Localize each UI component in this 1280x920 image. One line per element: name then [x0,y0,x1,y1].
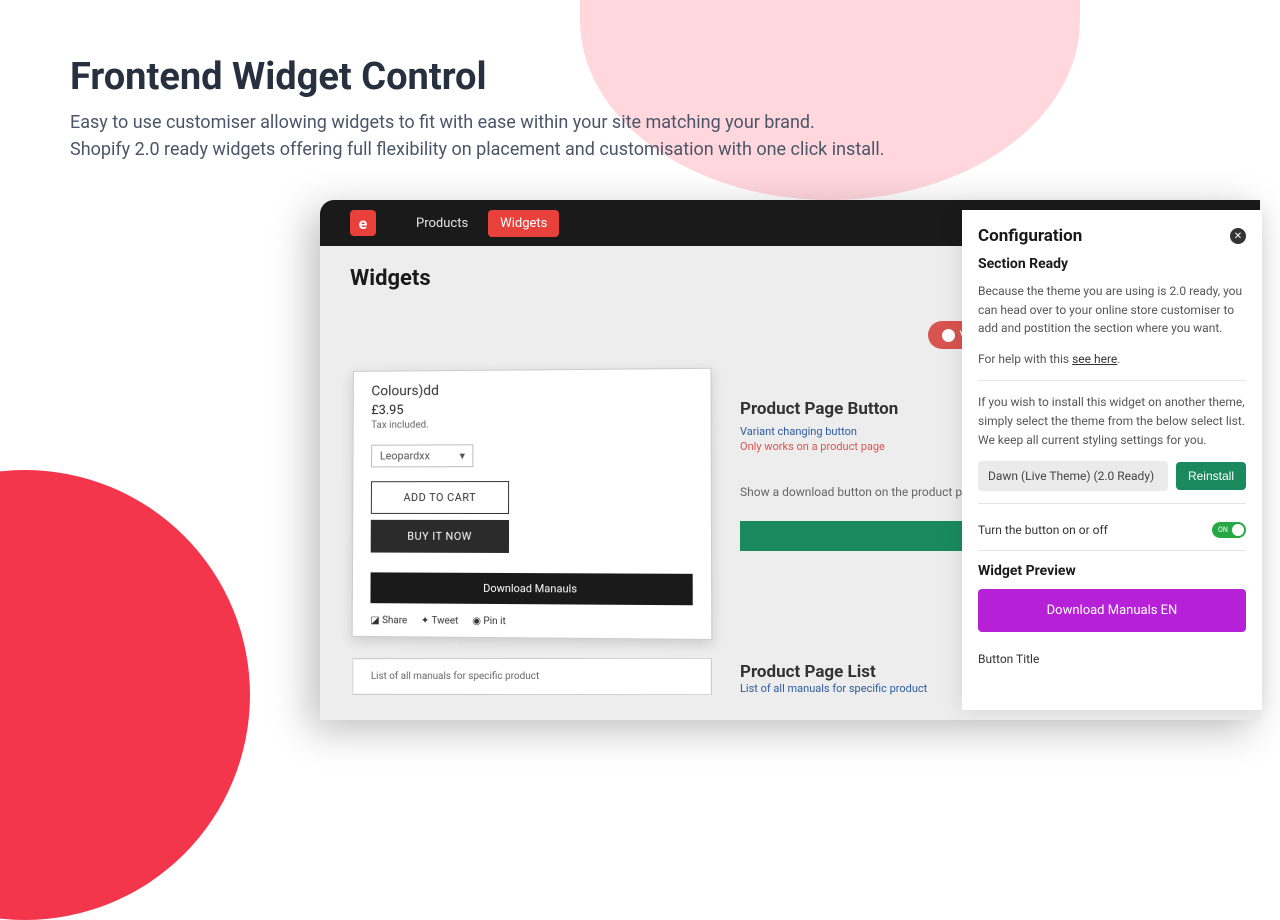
help-text: For help with this see here. [978,350,1246,369]
toggle-knob [1232,524,1244,536]
preview-add-to-cart[interactable]: ADD TO CART [371,481,509,514]
share-icon[interactable]: ◪ Share [370,615,407,626]
hero-title: Frontend Widget Control [70,55,1210,99]
install-text: If you wish to install this widget on an… [978,393,1246,449]
preview-download-button[interactable]: Download Manauls [370,572,692,605]
close-icon[interactable]: ✕ [1230,228,1246,244]
product-preview-card-2: List of all manuals for specific product [352,658,712,695]
toggle-label: Turn the button on or off [978,523,1108,537]
button-title-label: Button Title [978,652,1246,666]
nav-products[interactable]: Products [404,210,480,237]
preview-social: ◪ Share ✦ Tweet ◉ Pin it [370,615,692,629]
section-ready-heading: Section Ready [978,256,1246,272]
chevron-down-icon: ▾ [459,449,464,462]
info-icon: i [942,329,955,342]
theme-select[interactable]: Dawn (Live Theme) (2.0 Ready) [978,461,1168,491]
help-link[interactable]: see here [1072,352,1117,366]
hero-desc-2: Shopify 2.0 ready widgets offering full … [70,136,1210,163]
hero-desc-1: Easy to use customiser allowing widgets … [70,109,1210,136]
product-preview-card: Colours)dd £3.95 Tax included. Leopardxx… [352,368,713,640]
preview-product-title: Colours)dd [371,381,692,399]
config-title: Configuration [978,226,1082,246]
hero-section: Frontend Widget Control Easy to use cust… [0,0,1280,183]
app-logo[interactable]: e [350,210,376,236]
section-ready-text: Because the theme you are using is 2.0 r… [978,282,1246,338]
reinstall-button[interactable]: Reinstall [1176,462,1246,490]
nav-widgets[interactable]: Widgets [488,210,559,237]
widget-preview-heading: Widget Preview [978,563,1246,579]
tweet-icon[interactable]: ✦ Tweet [421,615,458,626]
preview-tax: Tax included. [371,418,692,431]
button-toggle[interactable]: ON [1212,522,1246,538]
preview-variant-select[interactable]: Leopardxx ▾ [371,444,474,467]
pin-icon[interactable]: ◉ Pin it [472,616,506,627]
preview-price: £3.95 [371,401,692,418]
widget-preview-button[interactable]: Download Manuals EN [978,589,1246,632]
configuration-panel: Configuration ✕ Section Ready Because th… [962,210,1262,710]
preview-buy-now[interactable]: BUY IT NOW [371,520,509,553]
